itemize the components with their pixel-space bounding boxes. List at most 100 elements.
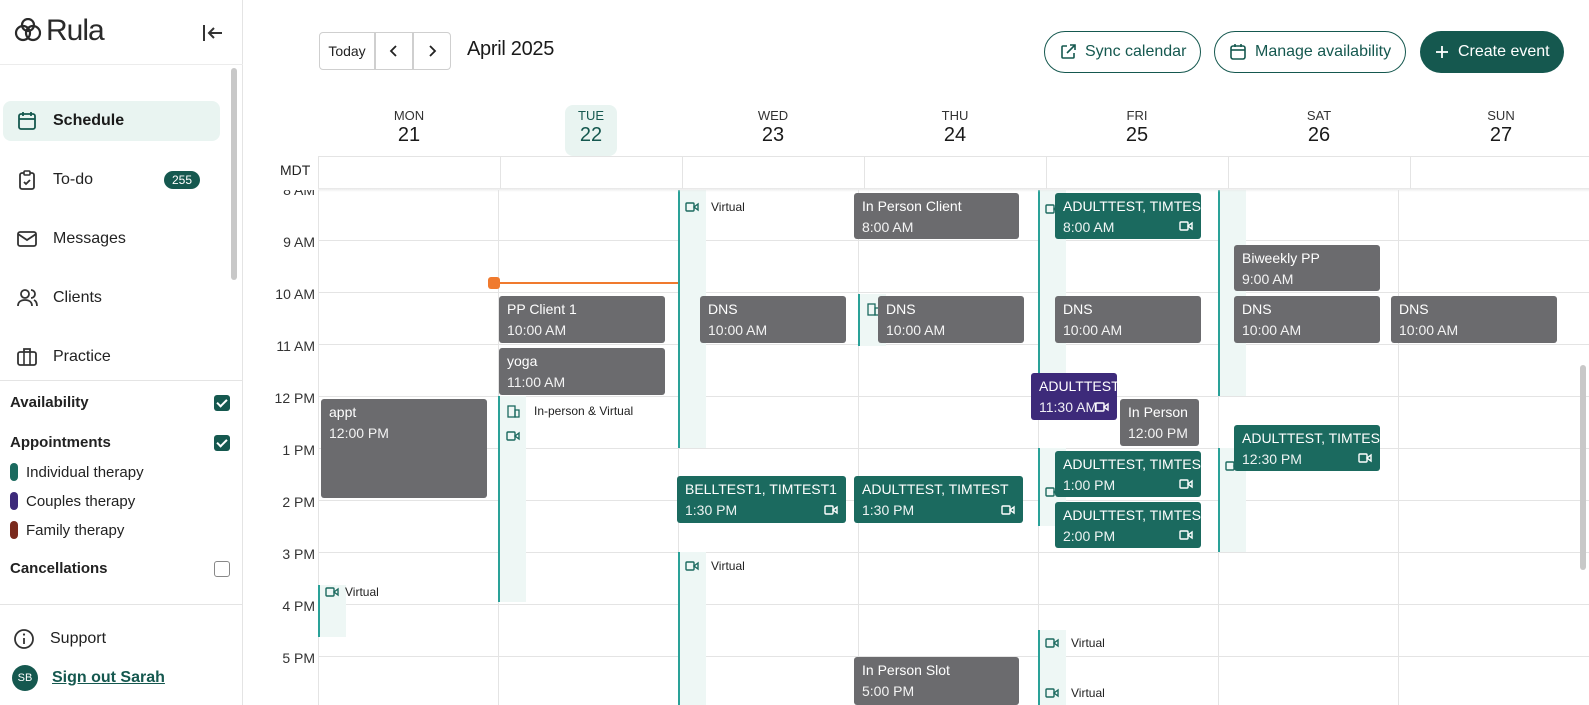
briefcase-icon <box>17 348 37 366</box>
availability-filter[interactable]: Availability <box>10 394 230 411</box>
event-adulttest-2pm[interactable]: ADULTTEST, TIMTEST 2:00 PM <box>1055 502 1201 548</box>
event-adulttest-8am[interactable]: ADULTTEST, TIMTEST 8:00 AM <box>1055 193 1201 239</box>
event-title: Biweekly PP <box>1242 250 1320 266</box>
support-link[interactable]: Support <box>12 627 106 651</box>
sidebar-item-label: Clients <box>53 289 102 306</box>
day-header-fri[interactable]: FRI 25 <box>1047 108 1227 147</box>
hour-label: 2 PM <box>282 494 315 510</box>
chevron-right-icon <box>429 45 437 57</box>
day-column-line <box>1398 190 1399 705</box>
day-header-sat[interactable]: SAT 26 <box>1229 108 1409 147</box>
availability-text: In-person & Virtual <box>534 404 634 418</box>
day-header-tue[interactable]: TUE 22 <box>501 108 681 147</box>
event-pp-client-1[interactable]: PP Client 1 10:00 AM <box>499 296 665 343</box>
availability-block-virtual[interactable] <box>1218 190 1246 396</box>
sidebar-item-practice[interactable]: Practice <box>3 337 220 377</box>
sidebar-item-label: Messages <box>53 230 126 247</box>
event-time: 11:00 AM <box>507 374 566 390</box>
day-header-sun[interactable]: SUN 27 <box>1411 108 1589 147</box>
event-title: DNS <box>1242 301 1272 317</box>
sync-calendar-button[interactable]: Sync calendar <box>1044 31 1202 73</box>
video-icon <box>1095 402 1109 412</box>
legend-family: Family therapy <box>10 521 124 539</box>
event-dns-wed[interactable]: DNS 10:00 AM <box>700 296 846 343</box>
header-shadow <box>318 188 1589 192</box>
collapse-sidebar-button[interactable] <box>200 20 226 46</box>
signout-link[interactable]: SB Sign out Sarah <box>12 665 165 691</box>
building-icon <box>507 405 520 418</box>
today-label: Today <box>328 43 366 59</box>
event-title: BELLTEST1, TIMTEST1 <box>685 481 837 497</box>
sidebar-item-messages[interactable]: Messages <box>3 219 220 259</box>
legend-couples: Couples therapy <box>10 492 135 510</box>
day-number: 23 <box>761 124 785 146</box>
event-yoga[interactable]: yoga 11:00 AM <box>499 348 665 395</box>
event-in-person-slot[interactable]: In Person Slot 5:00 PM <box>854 657 1019 705</box>
event-adulttest-couples[interactable]: ADULTTEST 11:30 AM <box>1031 373 1117 420</box>
event-adulttest-1pm[interactable]: ADULTTEST, TIMTEST 1:00 PM <box>1055 451 1201 497</box>
hour-label: 5 PM <box>282 650 315 666</box>
day-header-wed[interactable]: WED 23 <box>683 108 863 147</box>
appointments-filter[interactable]: Appointments <box>10 434 230 451</box>
appointments-checkbox[interactable] <box>214 434 230 451</box>
event-biweekly-pp[interactable]: Biweekly PP 9:00 AM <box>1234 245 1380 291</box>
legend-label: Family therapy <box>26 521 125 539</box>
sidebar-item-clients[interactable]: Clients <box>3 278 220 318</box>
calendar-icon <box>1230 44 1246 60</box>
appointments-label: Appointments <box>10 434 111 451</box>
week-time-grid[interactable]: 8 AM 9 AM 10 AM 11 AM 12 PM 1 PM 2 PM 3 … <box>243 190 1589 705</box>
chevron-left-icon <box>389 45 397 57</box>
event-in-person[interactable]: In Person 12:00 PM <box>1120 399 1199 446</box>
manage-availability-button[interactable]: Manage availability <box>1214 31 1407 73</box>
event-time: 12:30 PM <box>1242 451 1302 467</box>
event-time: 10:00 AM <box>1399 322 1459 338</box>
current-time-line <box>493 282 678 284</box>
event-in-person-client[interactable]: In Person Client 8:00 AM <box>854 193 1019 239</box>
allday-divider <box>864 156 865 189</box>
create-event-button[interactable]: Create event <box>1420 31 1564 73</box>
event-time: 12:00 PM <box>1128 425 1188 441</box>
event-time: 1:30 PM <box>685 502 738 518</box>
event-title: DNS <box>1399 301 1429 317</box>
video-icon <box>824 505 838 515</box>
event-adulttest-130pm[interactable]: ADULTTEST, TIMTEST 1:30 PM <box>854 476 1023 523</box>
event-time: 10:00 AM <box>708 322 768 338</box>
cancellations-filter[interactable]: Cancellations <box>10 560 230 577</box>
day-number: 27 <box>1489 124 1513 146</box>
availability-checkbox[interactable] <box>214 394 230 411</box>
availability-block-virtual[interactable] <box>678 552 706 705</box>
day-header-mon[interactable]: MON 21 <box>319 108 499 147</box>
day-header-thu[interactable]: THU 24 <box>865 108 1045 147</box>
sidebar-item-todo[interactable]: To-do 255 <box>3 160 220 200</box>
event-dns-thu[interactable]: DNS 10:00 AM <box>878 296 1024 343</box>
availability-text: Virtual <box>711 200 745 214</box>
event-dns-fri[interactable]: DNS 10:00 AM <box>1055 296 1201 343</box>
hour-label: 4 PM <box>282 598 315 614</box>
availability-label: Availability <box>10 394 89 411</box>
event-appt[interactable]: appt 12:00 PM <box>321 399 487 498</box>
event-belltest[interactable]: BELLTEST1, TIMTEST1 1:30 PM <box>677 476 846 523</box>
cancellations-checkbox[interactable] <box>214 560 230 577</box>
sidebar-item-schedule[interactable]: Schedule <box>3 101 220 141</box>
signout-label: Sign out Sarah <box>52 669 165 686</box>
event-title: ADULTTEST, TIMTEST <box>1242 430 1380 446</box>
event-adulttest-1230pm[interactable]: ADULTTEST, TIMTEST 12:30 PM <box>1234 425 1380 471</box>
event-dns-sun[interactable]: DNS 10:00 AM <box>1391 296 1557 343</box>
prev-week-button[interactable] <box>375 32 413 70</box>
video-icon <box>1358 453 1372 463</box>
event-dns-sat[interactable]: DNS 10:00 AM <box>1234 296 1380 343</box>
logo-text: Rula <box>46 14 105 47</box>
allday-divider <box>500 156 501 189</box>
legend-color-swatch <box>10 463 18 481</box>
day-number: 21 <box>397 124 421 146</box>
sidebar-item-label: To-do <box>53 171 94 188</box>
calendar-scrollbar[interactable] <box>1580 365 1586 570</box>
rula-logo[interactable]: Rula <box>14 14 105 48</box>
sidebar-scrollbar[interactable] <box>231 68 237 280</box>
hour-label: 10 AM <box>275 286 315 302</box>
hour-label: 3 PM <box>282 546 315 562</box>
availability-block-in-person-virtual[interactable] <box>498 396 526 602</box>
next-week-button[interactable] <box>413 32 451 70</box>
day-column-line <box>858 190 859 705</box>
today-button[interactable]: Today <box>319 32 375 70</box>
